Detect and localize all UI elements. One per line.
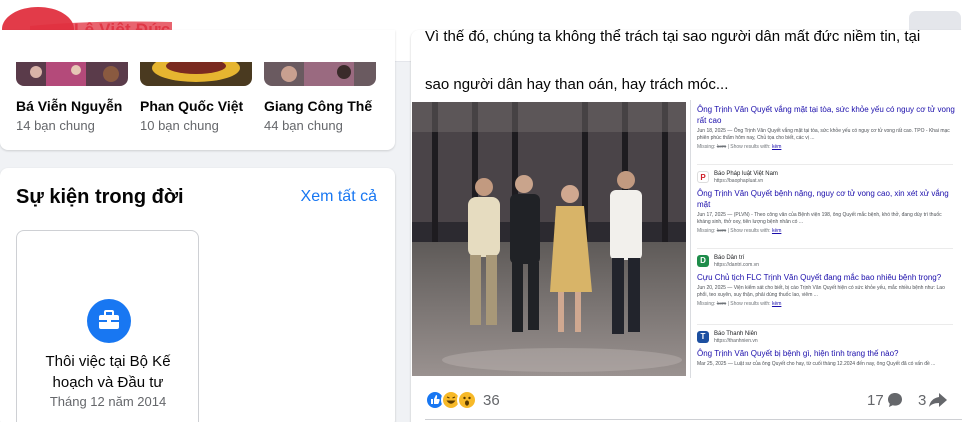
- post-card: Vì thế đó, chúng ta không thể trách tại …: [411, 28, 962, 422]
- life-event-tile[interactable]: Thôi việc tại Bộ Kế hoạch và Đầu tư Thán…: [16, 230, 199, 422]
- friend-photo[interactable]: [264, 62, 376, 86]
- show-results-term: kèm: [771, 301, 782, 307]
- comment-icon: [887, 393, 902, 407]
- comments-count-value: 17: [867, 391, 884, 409]
- result-snippet: Jun 18, 2025 — Ông Trịnh Văn Quyết vắng …: [697, 128, 950, 141]
- result-snippet: Jun 20, 2025 — Viện kiểm sát cho biết, b…: [697, 285, 945, 298]
- reactions-count[interactable]: 36: [483, 392, 500, 409]
- show-results-term: kèm: [771, 228, 782, 234]
- show-results-label: Show results with:: [730, 301, 771, 307]
- search-result: Ông Trịnh Văn Quyết vắng mặt tại tòa, sứ…: [697, 102, 955, 150]
- search-result: D Báo Dân trí https://dantri.com.vn Cựu C…: [697, 252, 955, 307]
- life-events-heading: Sự kiện trong đời: [16, 186, 184, 208]
- result-missing: Missing: kem | Show results with: kèm: [697, 228, 782, 234]
- see-all-link[interactable]: Xem tất cả: [301, 188, 377, 206]
- reactions-summary[interactable]: 36: [425, 388, 500, 412]
- friend-name[interactable]: Phan Quốc Việt: [140, 98, 254, 114]
- post-photo[interactable]: [412, 102, 686, 376]
- event-icon-circle: [87, 299, 131, 343]
- mutual-friends-count[interactable]: 14 bạn chung: [16, 118, 130, 133]
- briefcase-icon: [99, 310, 119, 329]
- divider: [697, 164, 953, 165]
- result-source: Báo Dân trí: [714, 254, 745, 261]
- missing-label: Missing:: [697, 144, 716, 150]
- friend-item[interactable]: Giang Công Thế 44 bạn chung: [264, 62, 378, 133]
- event-title: Thôi việc tại Bộ Kế hoạch và Đầu tư: [45, 353, 171, 391]
- divider: [697, 324, 953, 325]
- divider: [697, 248, 953, 249]
- result-snippet: Jun 17, 2025 — (PLVN) - Theo công văn củ…: [697, 212, 942, 225]
- missing-term: kem: [716, 144, 727, 150]
- show-results-term: kèm: [771, 144, 782, 150]
- result-title: Ông Trịnh Văn Quyết vắng mặt tại tòa, sứ…: [697, 105, 955, 125]
- search-result: P Báo Pháp luật Việt Nam https://baophapl…: [697, 168, 955, 234]
- friend-photo-image: [140, 62, 252, 86]
- result-title: Ông Trịnh Văn Quyết bị bệnh gì, hiện tìn…: [697, 349, 899, 358]
- result-url: https://thanhnien.vn: [714, 337, 758, 344]
- mutual-friends-count[interactable]: 44 bạn chung: [264, 118, 378, 133]
- result-url: https://dantri.com.vn: [714, 261, 760, 268]
- result-source: Báo Thanh Niên: [714, 330, 758, 337]
- friend-photo[interactable]: [16, 62, 128, 86]
- friend-photo[interactable]: [140, 62, 252, 86]
- comments-count[interactable]: 17: [867, 388, 904, 412]
- missing-term: kem: [716, 301, 727, 307]
- shares-count[interactable]: 3: [918, 388, 948, 412]
- search-result: T Báo Thanh Niên https://thanhnien.vn Ông…: [697, 328, 955, 368]
- shares-count-value: 3: [918, 391, 927, 409]
- result-url: https://baophapluat.vn: [714, 177, 764, 184]
- friend-photo-image: [16, 62, 128, 86]
- show-results-label: Show results with:: [730, 144, 771, 150]
- friend-item[interactable]: Phan Quốc Việt 10 bạn chung: [140, 62, 254, 133]
- post-text-line2: sao người dân hay than oán, hay trách mó…: [425, 76, 729, 93]
- airport-photo-image: [412, 102, 686, 376]
- result-title: Cựu Chủ tịch FLC Trịnh Văn Quyết đang mắ…: [697, 273, 942, 282]
- result-missing: Missing: kem | Show results with: kèm: [697, 144, 782, 150]
- friend-name[interactable]: Giang Công Thế: [264, 98, 378, 114]
- life-events-card: Sự kiện trong đời Xem tất cả Thôi việc t…: [0, 168, 395, 422]
- friend-item[interactable]: Bá Viễn Nguyễn 14 bạn chung: [16, 62, 130, 133]
- result-source: Báo Pháp luật Việt Nam: [714, 170, 778, 177]
- missing-label: Missing:: [697, 301, 716, 307]
- result-title: Ông Trịnh Văn Quyết bệnh nặng, nguy cơ t…: [697, 189, 949, 209]
- search-results-screenshot[interactable]: Ông Trịnh Văn Quyết vắng mặt tại tòa, sứ…: [690, 100, 962, 378]
- missing-term: kem: [716, 228, 727, 234]
- post-divider: [425, 419, 962, 420]
- result-snippet: Mar 25, 2025 — Luật sư của ông Quyết cho…: [697, 361, 936, 367]
- wow-reaction-icon: [457, 390, 477, 410]
- thanhnien-favicon: T: [697, 331, 709, 343]
- friends-card: Bá Viễn Nguyễn 14 bạn chung Phan Quốc Vi…: [0, 30, 395, 150]
- mutual-friends-count[interactable]: 10 bạn chung: [140, 118, 254, 133]
- friend-photo-image: [264, 62, 376, 86]
- event-date: Tháng 12 năm 2014: [49, 394, 167, 409]
- friend-name[interactable]: Bá Viễn Nguyễn: [16, 98, 130, 114]
- result-missing: Missing: kem | Show results with: kèm: [697, 301, 782, 307]
- dantri-favicon: D: [697, 255, 709, 267]
- share-icon: [929, 393, 948, 407]
- post-text-line1: Vì thế đó, chúng ta không thể trách tại …: [425, 28, 921, 45]
- baophapluat-favicon: P: [697, 171, 709, 183]
- show-results-label: Show results with:: [730, 228, 771, 234]
- missing-label: Missing:: [697, 228, 716, 234]
